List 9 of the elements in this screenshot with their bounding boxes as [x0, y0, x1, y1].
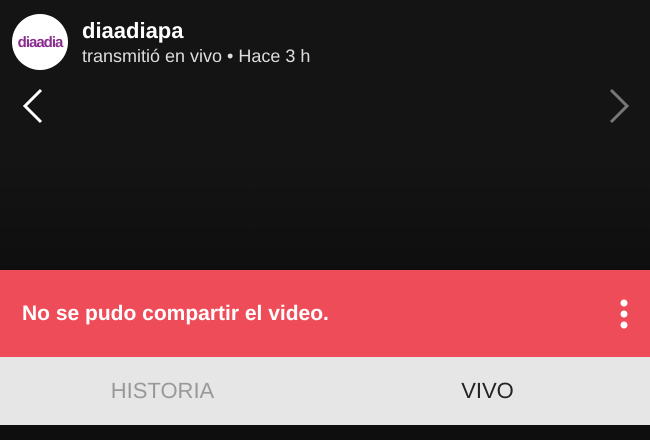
username[interactable]: diaadiapa: [82, 18, 310, 44]
post-subtitle: transmitió en vivo • Hace 3 h: [82, 46, 310, 66]
error-message: No se pudo compartir el video.: [22, 302, 329, 326]
tab[interactable]: VIVO: [325, 357, 650, 425]
previous-icon[interactable]: [22, 88, 44, 124]
more-options-icon[interactable]: [620, 298, 628, 328]
avatar[interactable]: diaadia: [12, 14, 68, 70]
avatar-logo: diaadia: [18, 34, 62, 50]
next-icon[interactable]: [608, 88, 630, 124]
